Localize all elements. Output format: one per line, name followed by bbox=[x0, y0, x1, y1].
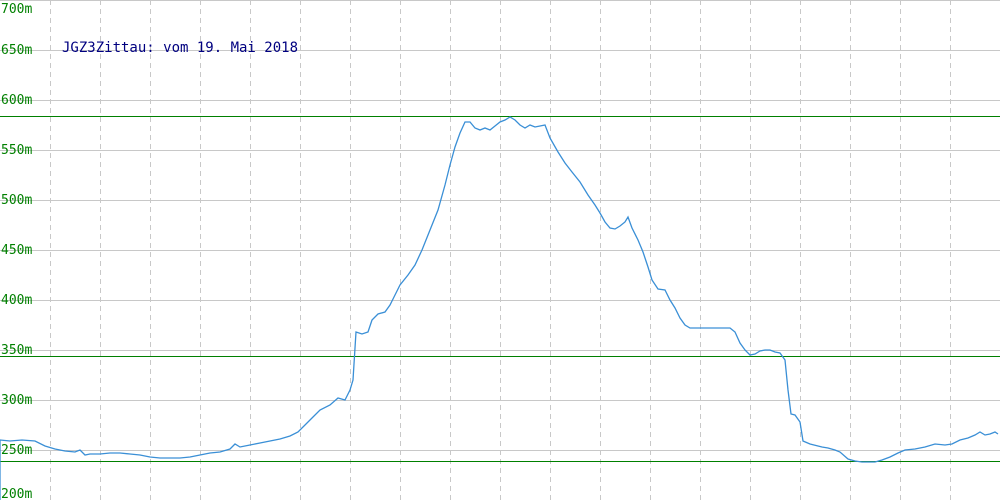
y-tick-label-600: 600m bbox=[1, 93, 32, 108]
y-tick-label-400: 400m bbox=[1, 293, 32, 308]
chart-container: 200m 250m 300m 350m 400m 450m 500m 550m 600m 650m… bbox=[0, 0, 1000, 500]
y-tick-label-700: 700m bbox=[1, 2, 32, 17]
y-tick-label-200: 200m bbox=[1, 487, 32, 500]
y-tick-label-550: 550m bbox=[1, 143, 32, 158]
series-layer bbox=[0, 116, 999, 500]
series-line-0 bbox=[0, 116, 999, 500]
y-tick-label-350: 350m bbox=[1, 343, 32, 358]
y-tick-label-300: 300m bbox=[1, 393, 32, 408]
y-tick-label-500: 500m bbox=[1, 193, 32, 208]
chart-title: JGZ3Zittau: vom 19. Mai 2018 bbox=[62, 40, 298, 56]
y-tick-label-450: 450m bbox=[1, 243, 32, 258]
y-tick-label-250: 250m bbox=[1, 443, 32, 458]
grid-layer bbox=[0, 0, 1000, 500]
elevation-chart: 200m 250m 300m 350m 400m 450m 500m 550m 600m 650m… bbox=[0, 0, 1000, 500]
y-tick-label-650: 650m bbox=[1, 43, 32, 58]
y-tick-labels: 200m 250m 300m 350m 400m 450m 500m 550m 600m 650m… bbox=[1, 2, 32, 500]
